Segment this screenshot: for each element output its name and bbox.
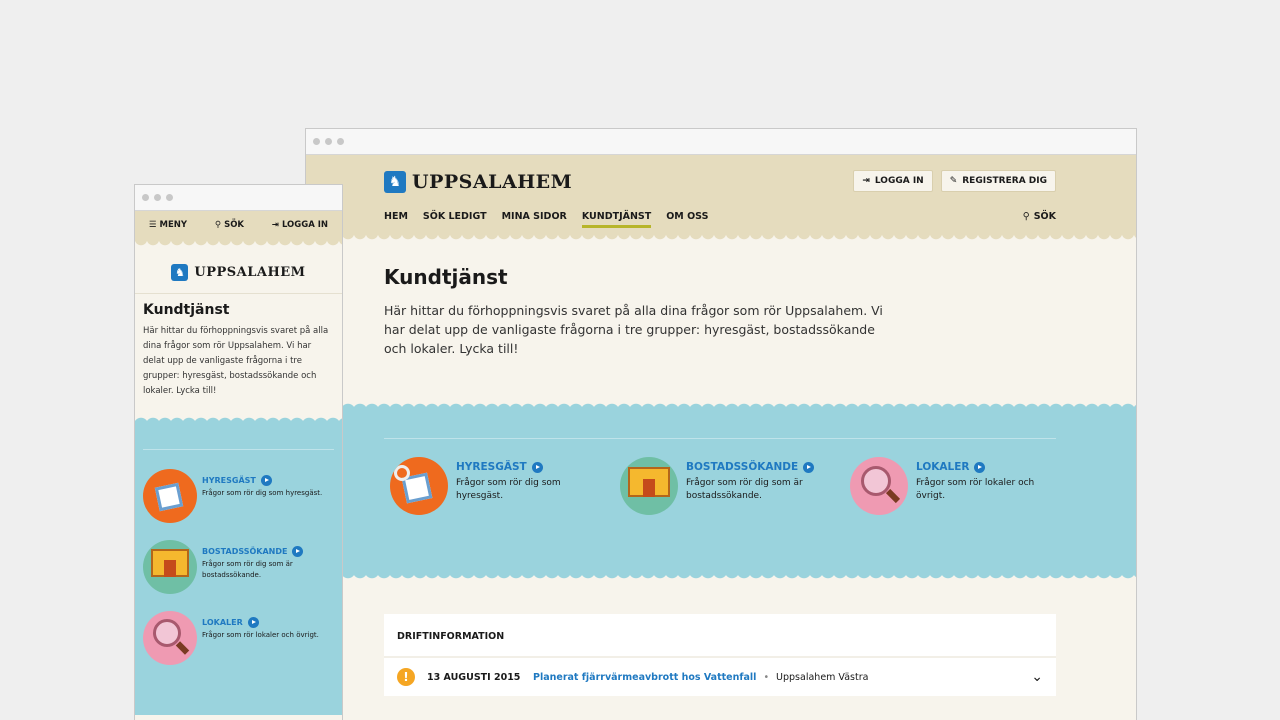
login-label: LOGGA IN [281,220,329,230]
nav-item-hem[interactable]: HEM [384,211,408,228]
play-icon [260,475,272,486]
category-section: HYRESGÄST Frågor som rör dig som hyresgä… [306,411,1136,571]
category-card-lokaler[interactable]: LOKALER Frågor som rör lokaler och övrig… [850,457,1050,515]
site-header: ♞ UPPSALAHEM ⇥ LOGGA IN ✎ REGISTRERA DIG… [306,155,1136,233]
search-icon: ⚲ [1022,211,1030,222]
nav-item-om-oss[interactable]: OM OSS [666,211,708,228]
play-icon [803,461,815,473]
mobile-intro: Kundtjänst Här hittar du förhoppningsvis… [135,293,342,413]
mobile-category-lokaler[interactable]: LOKALER Frågor som rör lokaler och övrig… [143,611,332,665]
category-desc: Frågor som rör dig som hyresgäst. [202,489,323,497]
login-icon: ⇥ [862,176,870,186]
page-intro: Här hittar du förhoppningsvis svaret på … [384,303,883,356]
search-label: SÖK [1033,211,1056,222]
mobile-category-hyresgast[interactable]: HYRESGÄST Frågor som rör dig som hyresgä… [143,469,332,523]
drift-title-link[interactable]: Planerat fjärrvärmeavbrott hos Vattenfal… [533,672,756,683]
logo-lion-icon: ♞ [384,171,406,193]
nav-item-kundtjanst[interactable]: KUNDTJÄNST [581,211,652,228]
site-logo[interactable]: ♞ UPPSALAHEM [384,171,572,193]
category-title: HYRESGÄST [202,476,256,485]
main-nav: HEM SÖK LEDIGT MINA SIDOR KUNDTJÄNST OM … [384,211,708,228]
mobile-search-button[interactable]: ⚲ SÖK [215,220,244,230]
house-icon [620,457,678,515]
register-button[interactable]: ✎ REGISTRERA DIG [940,170,1056,192]
play-icon [247,617,259,628]
category-title: BOSTADSSÖKANDE [686,461,799,473]
window-dot [313,138,320,145]
intro-section: Kundtjänst Här hittar du förhoppningsvis… [306,245,1136,399]
magnifier-icon [143,611,197,665]
header-scallop [135,239,342,251]
login-icon: ⇥ [271,220,279,230]
desktop-browser-window: ♞ UPPSALAHEM ⇥ LOGGA IN ✎ REGISTRERA DIG… [305,128,1137,720]
nav-item-mina-sidor[interactable]: MINA SIDOR [502,211,567,228]
category-desc: Frågor som rör lokaler och övrigt. [916,478,1035,501]
play-icon [531,461,543,473]
browser-chrome [135,185,342,211]
nav-item-sok-ledigt[interactable]: SÖK LEDIGT [423,211,487,228]
window-dot [325,138,332,145]
window-dot [166,194,173,201]
page-title: Kundtjänst [384,265,508,289]
logo-lion-icon: ♞ [171,263,189,281]
mobile-category-bostadssokande[interactable]: BOSTADSSÖKANDE Frågor som rör dig som är… [143,540,312,594]
hamburger-icon: ☰ [148,220,157,230]
window-dot [337,138,344,145]
play-icon [974,461,986,473]
mobile-header: ☰ MENY ⚲ SÖK ⇥ LOGGA IN [135,211,342,239]
search-icon: ⚲ [214,220,222,230]
category-card-hyresgast[interactable]: HYRESGÄST Frågor som rör dig som hyresgä… [390,457,600,515]
login-label: LOGGA IN [874,176,924,186]
register-label: REGISTRERA DIG [962,176,1047,186]
category-desc: Frågor som rör dig som hyresgäst. [456,478,561,501]
pencil-icon: ✎ [949,176,958,186]
teal-wave-top [306,399,1136,411]
category-desc: Frågor som rör lokaler och övrigt. [202,631,319,639]
logo-text: UPPSALAHEM [194,264,306,280]
logo-text: UPPSALAHEM [412,171,573,193]
mobile-logo[interactable]: ♞ UPPSALAHEM [135,261,342,283]
category-card-bostadssokande[interactable]: BOSTADSSÖKANDE Frågor som rör dig som är… [620,457,840,515]
login-button[interactable]: ⇥ LOGGA IN [853,170,933,192]
drift-date: 13 AUGUSTI 2015 [427,671,521,683]
menu-label: MENY [159,220,188,230]
browser-chrome [306,129,1136,155]
category-desc: Frågor som rör dig som är bostadssökande… [202,560,293,579]
category-desc: Frågor som rör dig som är bostadssökande… [686,478,803,501]
mobile-login-button[interactable]: ⇥ LOGGA IN [272,220,328,230]
teal-wave-top [135,413,342,425]
search-link[interactable]: ⚲ SÖK [1023,211,1056,222]
search-label: SÖK [224,220,245,230]
page-title: Kundtjänst [143,302,230,318]
category-title: LOKALER [202,618,243,627]
chevron-down-icon[interactable]: ⌄ [1031,669,1043,685]
mobile-category-section: HYRESGÄST Frågor som rör dig som hyresgä… [135,425,342,715]
divider [384,438,1056,439]
menu-button[interactable]: ☰ MENY [149,220,187,230]
drift-area: Uppsalahem Västra [776,671,869,683]
mobile-browser-window: ☰ MENY ⚲ SÖK ⇥ LOGGA IN ♞ UPPSALAHEM Kun… [134,184,343,720]
window-dot [142,194,149,201]
window-dot [154,194,161,201]
category-title: LOKALER [916,461,970,473]
page-intro: Här hittar du förhoppningsvis svaret på … [143,326,329,396]
teal-wave-bottom [306,571,1136,583]
separator: • [763,671,770,683]
header-scallop [306,233,1136,245]
house-icon [143,540,197,594]
keys-icon [390,457,448,515]
drift-heading: DRIFTINFORMATION [397,631,505,642]
divider [143,449,334,450]
keys-icon [143,469,197,523]
play-icon [292,546,304,557]
alert-icon: ! [397,668,415,686]
category-title: HYRESGÄST [456,461,527,473]
category-title: BOSTADSSÖKANDE [202,547,288,556]
drift-item[interactable]: ! 13 AUGUSTI 2015 Planerat fjärrvärmeavb… [384,656,1056,696]
drift-panel: DRIFTINFORMATION ! 13 AUGUSTI 2015 Plane… [384,614,1056,696]
magnifier-icon [850,457,908,515]
